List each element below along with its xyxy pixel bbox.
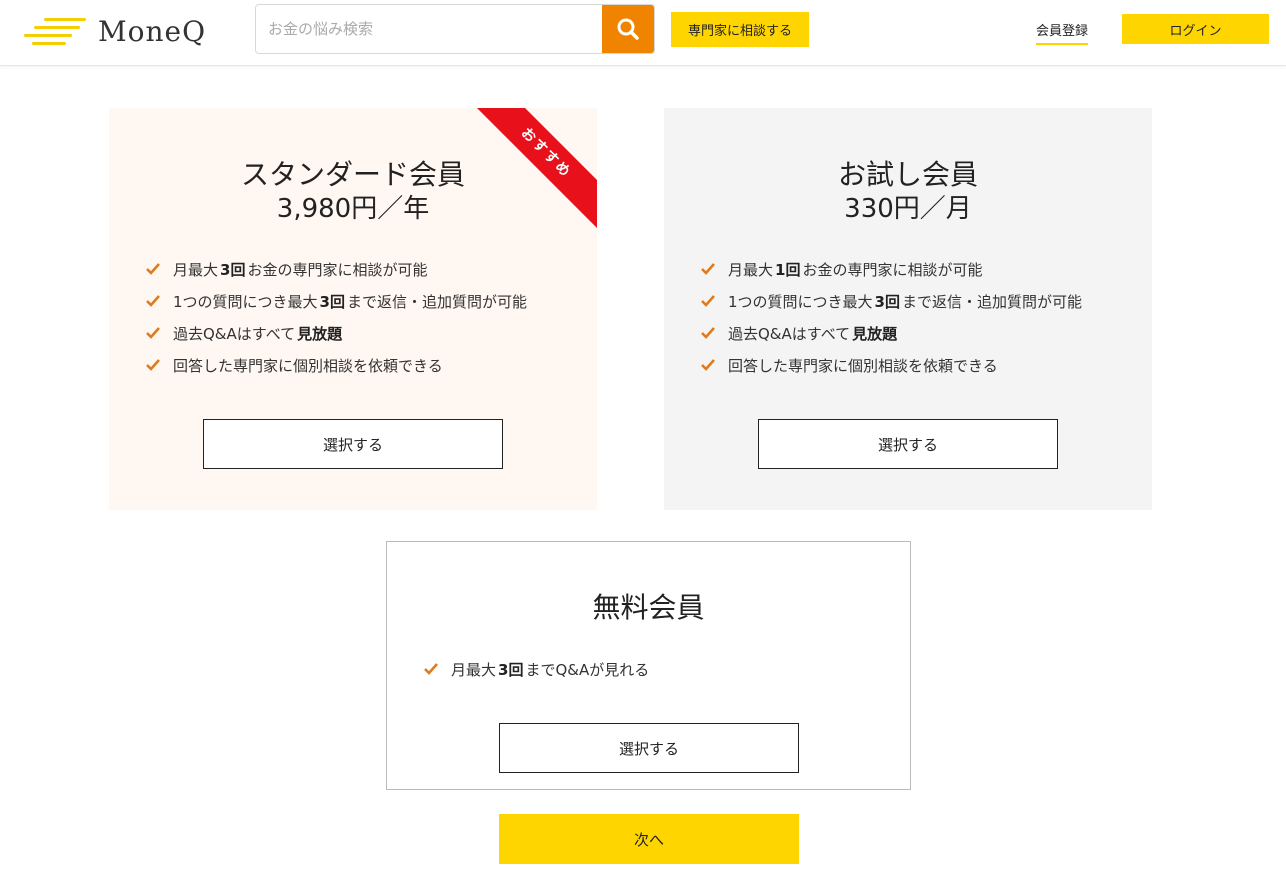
feature-item: 月最大 3回 までQ&Aが見れる bbox=[423, 653, 649, 685]
check-icon bbox=[146, 295, 160, 307]
plan-price: 330円／月 bbox=[844, 194, 972, 224]
check-icon bbox=[701, 359, 715, 371]
feature-list: 月最大 1回 お金の専門家に相談が可能 1つの質問につき最大 3回 まで返信・追加質問が… bbox=[700, 253, 1082, 381]
logo-text: MoneQ bbox=[98, 14, 207, 48]
logo-lines-icon bbox=[24, 14, 90, 48]
next-button[interactable]: 次へ bbox=[499, 814, 799, 864]
feature-item: 1つの質問につき最大 3回 まで返信・追加質問が可能 bbox=[145, 285, 527, 317]
feature-item: 過去Q&Aはすべて 見放題 bbox=[145, 317, 527, 349]
select-trial-button[interactable]: 選択する bbox=[758, 419, 1058, 469]
check-icon bbox=[146, 327, 160, 339]
search-button[interactable] bbox=[602, 5, 654, 53]
feature-item: 過去Q&Aはすべて 見放題 bbox=[700, 317, 1082, 349]
plan-title: お試し会員 bbox=[837, 158, 978, 191]
feature-list: 月最大 3回 お金の専門家に相談が可能 1つの質問につき最大 3回 まで返信・追加質問が… bbox=[145, 253, 527, 381]
plan-title: 無料会員 bbox=[592, 591, 705, 624]
plan-card-standard: おすすめ スタンダード会員 3,980円／年 月最大 3回 お金の専門家に相談が可能… bbox=[109, 108, 597, 510]
consult-expert-button[interactable]: 専門家に相談する bbox=[671, 12, 809, 47]
select-free-button[interactable]: 選択する bbox=[499, 723, 799, 773]
feature-item: 1つの質問につき最大 3回 まで返信・追加質問が可能 bbox=[700, 285, 1082, 317]
feature-item: 月最大 1回 お金の専門家に相談が可能 bbox=[700, 253, 1082, 285]
login-button[interactable]: ログイン bbox=[1122, 14, 1269, 44]
plan-price: 3,980円／年 bbox=[276, 194, 430, 224]
plan-card-trial: お試し会員 330円／月 月最大 1回 お金の専門家に相談が可能 1つの質問につき最… bbox=[664, 108, 1152, 510]
search-bar bbox=[255, 4, 655, 54]
search-input[interactable] bbox=[256, 5, 602, 53]
feature-item: 回答した専門家に個別相談を依頼できる bbox=[700, 349, 1082, 381]
register-link[interactable]: 会員登録 bbox=[1036, 20, 1089, 45]
feature-item: 月最大 3回 お金の専門家に相談が可能 bbox=[145, 253, 527, 285]
search-icon bbox=[617, 18, 639, 40]
check-icon bbox=[701, 327, 715, 339]
check-icon bbox=[424, 663, 438, 675]
logo[interactable]: MoneQ bbox=[24, 10, 214, 52]
plan-card-free: 無料会員 月最大 3回 までQ&Aが見れる 選択する bbox=[386, 541, 911, 790]
check-icon bbox=[146, 263, 160, 275]
select-standard-button[interactable]: 選択する bbox=[203, 419, 503, 469]
feature-item: 回答した専門家に個別相談を依頼できる bbox=[145, 349, 527, 381]
plan-title: スタンダード会員 bbox=[240, 158, 465, 191]
check-icon bbox=[701, 263, 715, 275]
site-header: MoneQ 専門家に相談する 会員登録 ログイン bbox=[0, 0, 1286, 66]
check-icon bbox=[146, 359, 160, 371]
check-icon bbox=[701, 295, 715, 307]
feature-list: 月最大 3回 までQ&Aが見れる bbox=[423, 653, 649, 685]
